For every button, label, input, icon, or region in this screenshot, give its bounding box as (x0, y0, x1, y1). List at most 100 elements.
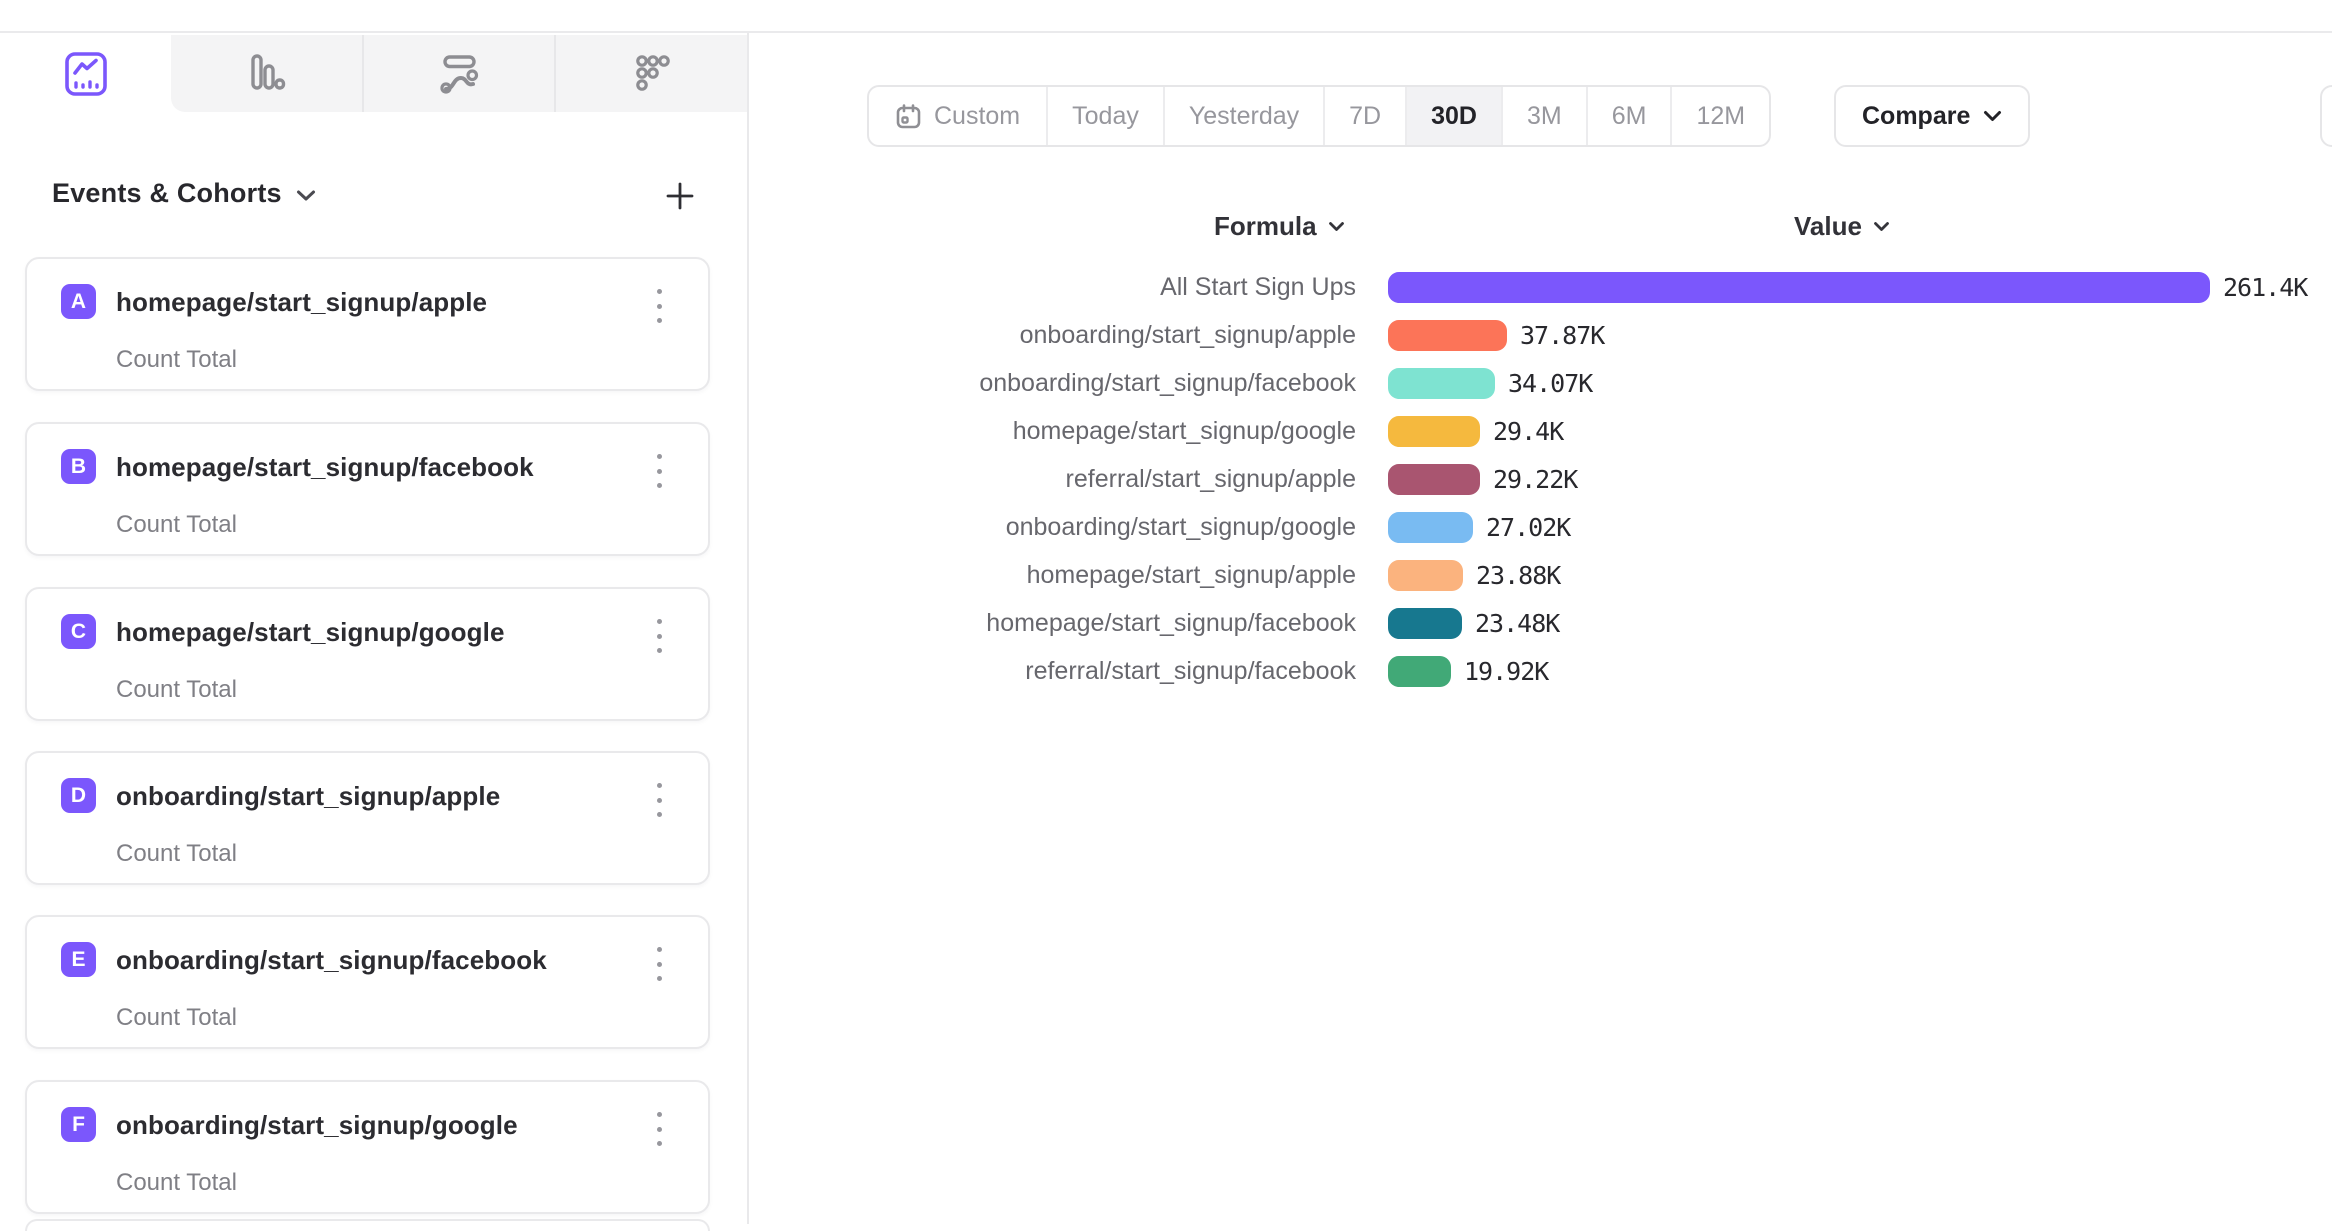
formula-column-header[interactable]: Formula (1214, 211, 1345, 242)
bar-row: All Start Sign Ups 261.4K (960, 263, 2332, 311)
chart-column-headers: Formula Value (960, 205, 2332, 255)
bar-rows: All Start Sign Ups 261.4K onboarding/sta… (960, 263, 2332, 695)
value-column-header[interactable]: Value (1794, 211, 1890, 242)
bar-row: homepage/start_signup/facebook 23.48K (960, 599, 2332, 647)
date-range-option[interactable]: 30D (1405, 87, 1501, 145)
bar-row: onboarding/start_signup/google 27.02K (960, 503, 2332, 551)
bar[interactable] (1388, 272, 2210, 303)
kebab-menu-icon[interactable] (648, 289, 670, 323)
event-card-partial (25, 1219, 710, 1231)
event-name: homepage/start_signup/google (116, 617, 505, 648)
event-badge: E (61, 942, 96, 977)
value-header-label: Value (1794, 211, 1862, 242)
bar-row: onboarding/start_signup/apple 37.87K (960, 311, 2332, 359)
bar[interactable] (1388, 464, 1480, 495)
event-name: onboarding/start_signup/facebook (116, 945, 547, 976)
bar-row: referral/start_signup/facebook 19.92K (960, 647, 2332, 695)
dots-grid-icon (629, 51, 675, 97)
tab-funnels[interactable] (171, 35, 362, 112)
line-chart-icon (63, 51, 109, 97)
bar[interactable] (1388, 656, 1451, 687)
bar[interactable] (1388, 368, 1495, 399)
event-badge: D (61, 778, 96, 813)
event-badge: F (61, 1107, 96, 1142)
chevron-down-icon[interactable] (296, 189, 316, 202)
event-card[interactable]: C homepage/start_signup/google Count Tot… (25, 587, 710, 721)
event-metric[interactable]: Count Total (116, 676, 237, 704)
event-badge: A (61, 284, 96, 319)
clipped-edge-button[interactable] (2320, 85, 2332, 147)
event-metric[interactable]: Count Total (116, 1169, 237, 1197)
event-card[interactable]: F onboarding/start_signup/google Count T… (25, 1080, 710, 1214)
top-header-divider (0, 0, 2332, 33)
date-range-option[interactable]: 3M (1501, 87, 1586, 145)
event-name: onboarding/start_signup/google (116, 1110, 518, 1141)
events-cohorts-title[interactable]: Events & Cohorts (52, 178, 282, 209)
bar-row-label: referral/start_signup/facebook (960, 657, 1356, 686)
event-metric[interactable]: Count Total (116, 511, 237, 539)
bar[interactable] (1388, 512, 1473, 543)
bar-row-label: onboarding/start_signup/apple (960, 321, 1356, 350)
bar-value: 29.4K (1493, 417, 1563, 446)
bar-value: 261.4K (2223, 273, 2307, 302)
bar-value: 29.22K (1493, 465, 1577, 494)
bar-value: 37.87K (1520, 321, 1604, 350)
date-range-selector: Custom Today Yesterday (867, 85, 1771, 147)
add-event-button[interactable] (663, 179, 697, 213)
bar-value: 27.02K (1486, 513, 1570, 542)
event-card[interactable]: B homepage/start_signup/facebook Count T… (25, 422, 710, 556)
bar-row-label: onboarding/start_signup/google (960, 513, 1356, 542)
events-cohorts-header: Events & Cohorts (52, 178, 697, 209)
bar-row: referral/start_signup/apple 29.22K (960, 455, 2332, 503)
kebab-menu-icon[interactable] (648, 947, 670, 981)
event-name: homepage/start_signup/apple (116, 287, 487, 318)
insights-report-page: { "sidebar": { "tabs": [ { "name": "insi… (0, 0, 2332, 1224)
bar-row: homepage/start_signup/apple 23.88K (960, 551, 2332, 599)
report-type-tabbar (0, 35, 747, 112)
bar-chart-icon (243, 51, 289, 97)
flows-icon (436, 51, 482, 97)
event-name: homepage/start_signup/facebook (116, 452, 534, 483)
bar-row-label: onboarding/start_signup/facebook (960, 369, 1356, 398)
bar-row-label: homepage/start_signup/apple (960, 561, 1356, 590)
tab-flows[interactable] (362, 35, 555, 112)
date-range-option[interactable]: Today (1046, 87, 1163, 145)
bar-chart: Formula Value All Start Sign Ups 261.4K … (960, 205, 2332, 695)
bar-row-label: homepage/start_signup/facebook (960, 609, 1356, 638)
date-range-option[interactable]: 7D (1323, 87, 1405, 145)
kebab-menu-icon[interactable] (648, 783, 670, 817)
event-metric[interactable]: Count Total (116, 840, 237, 868)
date-range-option[interactable]: Custom (869, 87, 1046, 145)
calendar-icon (895, 103, 922, 130)
bar-row-label: All Start Sign Ups (960, 273, 1356, 302)
formula-header-label: Formula (1214, 211, 1317, 242)
compare-button[interactable]: Compare (1834, 85, 2030, 147)
bar-value: 19.92K (1464, 657, 1548, 686)
bar-row: homepage/start_signup/google 29.4K (960, 407, 2332, 455)
event-card[interactable]: E onboarding/start_signup/facebook Count… (25, 915, 710, 1049)
bar[interactable] (1388, 416, 1480, 447)
date-range-option[interactable]: 12M (1670, 87, 1769, 145)
bar[interactable] (1388, 608, 1462, 639)
bar-value: 23.88K (1476, 561, 1560, 590)
event-card[interactable]: D onboarding/start_signup/apple Count To… (25, 751, 710, 885)
kebab-menu-icon[interactable] (648, 454, 670, 488)
date-range-option[interactable]: Yesterday (1163, 87, 1323, 145)
bar-row-label: homepage/start_signup/google (960, 417, 1356, 446)
bar-row: onboarding/start_signup/facebook 34.07K (960, 359, 2332, 407)
tab-retention[interactable] (554, 35, 747, 112)
date-range-option[interactable]: 6M (1586, 87, 1671, 145)
event-name: onboarding/start_signup/apple (116, 781, 500, 812)
bar-value: 34.07K (1508, 369, 1592, 398)
bar-value: 23.48K (1475, 609, 1559, 638)
event-card[interactable]: A homepage/start_signup/apple Count Tota… (25, 257, 710, 391)
event-metric[interactable]: Count Total (116, 1004, 237, 1032)
tab-insights[interactable] (0, 35, 171, 112)
kebab-menu-icon[interactable] (648, 1112, 670, 1146)
kebab-menu-icon[interactable] (648, 619, 670, 653)
bar-row-label: referral/start_signup/apple (960, 465, 1356, 494)
bar[interactable] (1388, 320, 1507, 351)
bar[interactable] (1388, 560, 1463, 591)
compare-label: Compare (1862, 102, 1970, 131)
event-metric[interactable]: Count Total (116, 346, 237, 374)
